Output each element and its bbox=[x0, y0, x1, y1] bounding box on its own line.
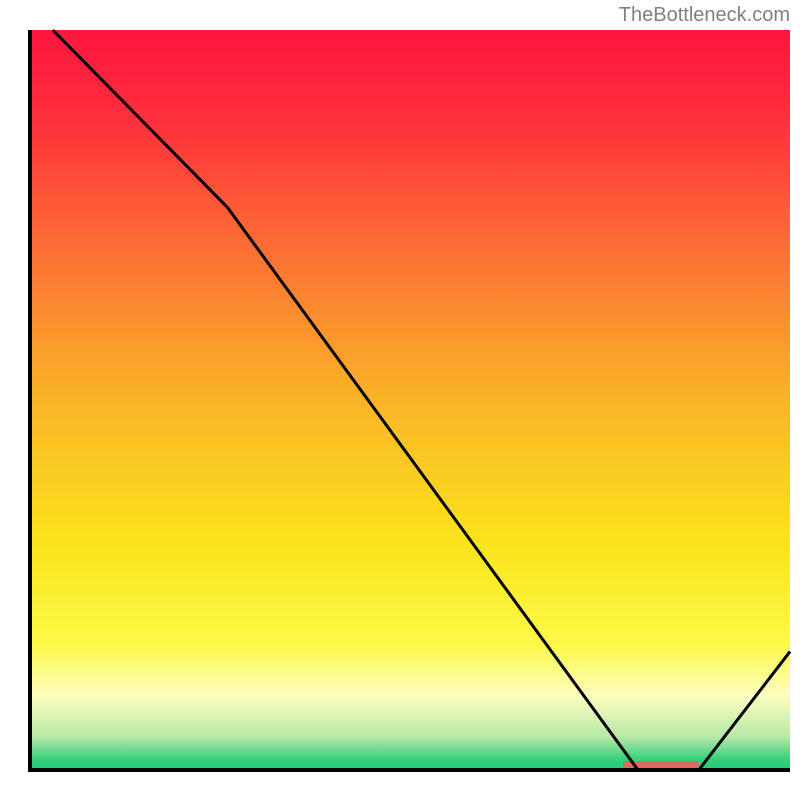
chart-container: TheBottleneck.com bbox=[0, 0, 800, 800]
attribution-label: TheBottleneck.com bbox=[619, 4, 790, 27]
plot-background bbox=[30, 30, 790, 770]
bottleneck-chart bbox=[0, 0, 800, 800]
